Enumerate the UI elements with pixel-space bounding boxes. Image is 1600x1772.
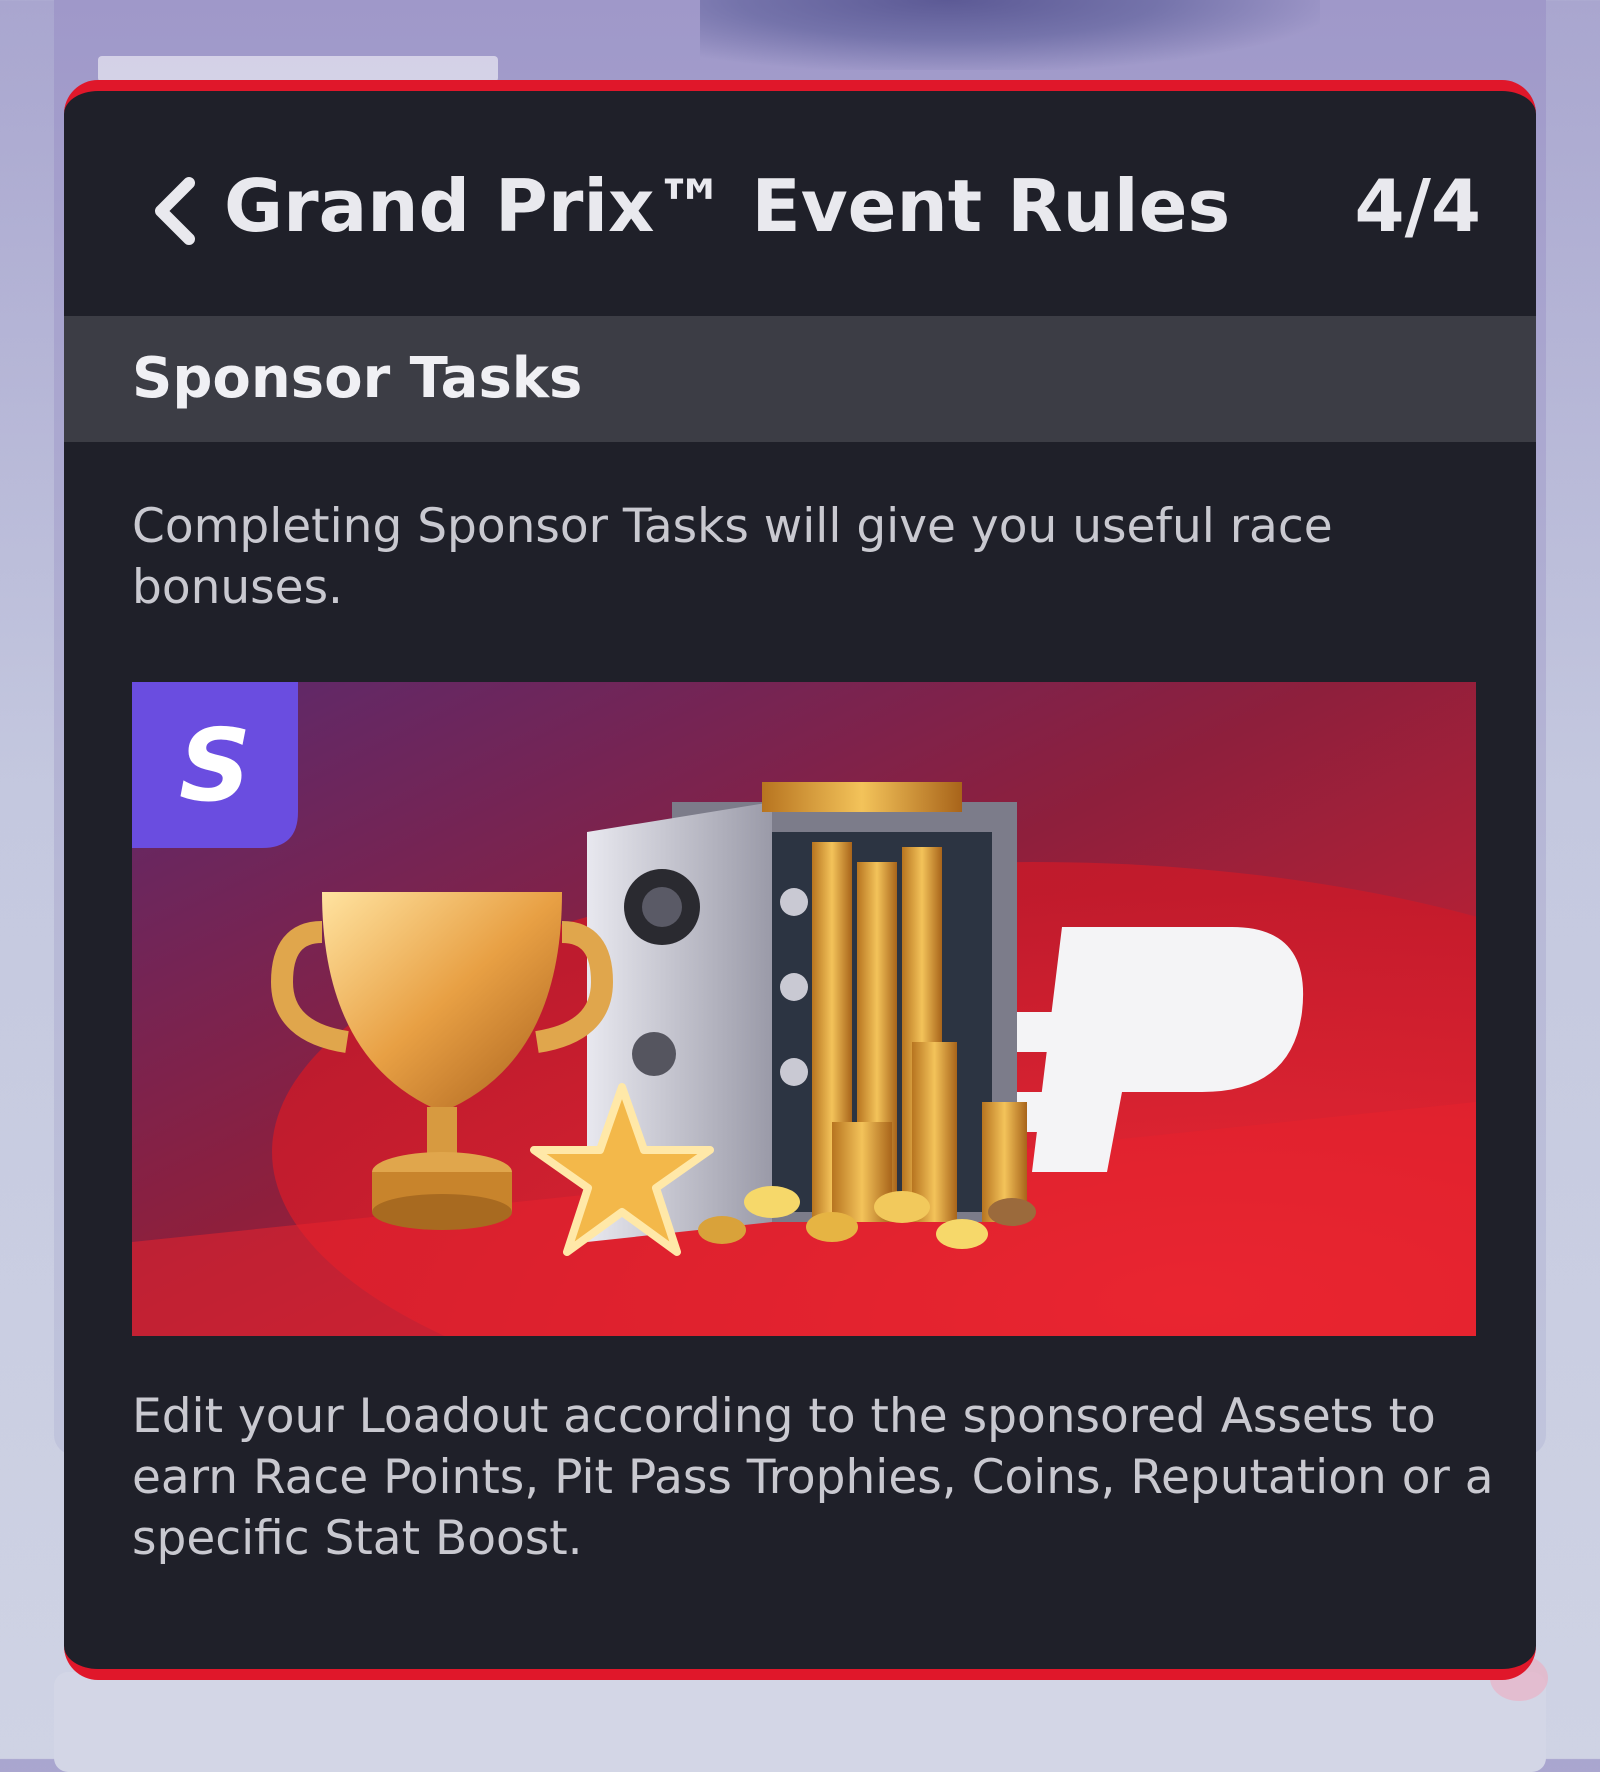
chevron-left-icon bbox=[155, 177, 195, 245]
background-title bbox=[98, 56, 498, 82]
back-button[interactable] bbox=[134, 161, 214, 261]
body-text: Edit your Loadout according to the spons… bbox=[132, 1389, 1494, 1566]
background-card bbox=[54, 1672, 1546, 1772]
modal-header: Grand Prix™ Event Rules 4/4 bbox=[64, 91, 1536, 316]
rules-modal: Grand Prix™ Event Rules 4/4 Sponsor Task… bbox=[64, 80, 1536, 1680]
sponsor-banner-image: S bbox=[132, 682, 1476, 1336]
sponsor-icon: S bbox=[132, 682, 298, 848]
modal-title: Grand Prix™ Event Rules bbox=[224, 164, 1231, 248]
intro-text: Completing Sponsor Tasks will give you u… bbox=[132, 499, 1333, 615]
background-car-image bbox=[700, 0, 1320, 70]
section-header: Sponsor Tasks bbox=[64, 316, 1536, 442]
section-title: Sponsor Tasks bbox=[132, 346, 583, 411]
page-counter: 4/4 bbox=[1354, 164, 1482, 248]
svg-text:S: S bbox=[179, 707, 251, 824]
